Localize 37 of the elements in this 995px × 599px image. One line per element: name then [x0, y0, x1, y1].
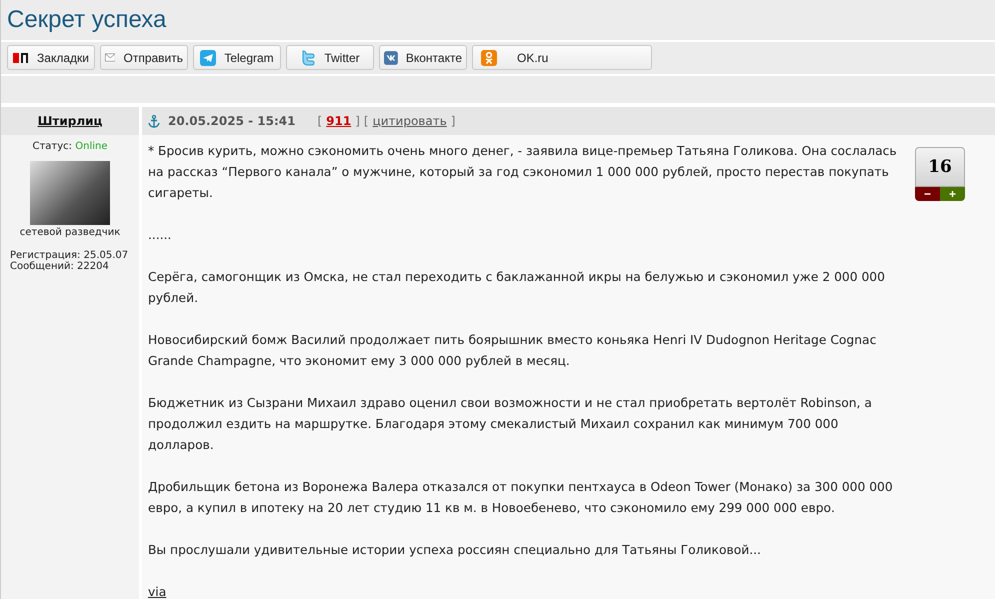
page-title: Секрет успеха — [7, 6, 166, 34]
bracket-open: [ — [364, 114, 369, 128]
post-paragraph: Вы прослушали удивительные истории успеха россиян специально для Татьяны Голиковой... — [148, 542, 762, 559]
post-number-link[interactable]: 911 — [326, 114, 352, 128]
vote-down-button[interactable]: − — [915, 187, 940, 201]
vote-up-button[interactable]: + — [940, 187, 965, 201]
share-button[interactable]: Отправить — [100, 45, 188, 70]
vk-logo-icon — [384, 50, 398, 66]
post-paragraph: ...... — [148, 227, 172, 244]
via-link[interactable]: via — [148, 585, 166, 599]
bracket-close: ] — [355, 114, 360, 128]
rating-value: 16 — [915, 147, 965, 187]
paper-plane-icon — [200, 50, 216, 66]
registration-date: Регистрация: 25.05.07 — [9, 250, 128, 261]
post-paragraph: * Бросив курить, можно сэкономить очень много денег, - заявила вице-премьер Татьяна Голикова. Она сослалась на рассказ “Первого канала” о мужчине, который за год сэкономил 1 000 000 рублей, просто перестав покупать сигареты. — [148, 143, 898, 202]
share-button[interactable]: Вконтакте — [379, 45, 467, 70]
post-paragraph: Бюджетник из Сызрани Михаил здраво оценил свои возможности и не стал приобретать вертолёт Robinson, а продолжил ездить на маршрутке. Благодаря этому смекалистый Михаил сохранил как минимум 700 000 долларов. — [148, 395, 873, 454]
bird-icon — [300, 48, 316, 66]
message-count: Сообщений: 22204 — [9, 261, 109, 272]
status-label: Статус: — [32, 141, 72, 152]
post-paragraph: Серёга, самогонщик из Омска, не стал переходить с баклажанной икры на белужью и сэкономил уже 2 000 000 рублей. — [148, 269, 886, 307]
quote-link[interactable]: цитировать — [372, 114, 447, 128]
anchor-icon[interactable] — [148, 114, 160, 128]
post-paragraph: Дробильщик бетона из Воронежа Валера отказался от покупки пентхауса в Odeon Tower (Монако) за 300 000 000 евро, а купил в ипотеку на 20 лет студию 11 кв м. в Новоебенево, что сэкономило ему 299 000 000 евро. — [148, 479, 894, 517]
ya-logo-icon — [13, 52, 30, 64]
bracket-open: [ — [317, 114, 322, 128]
user-rank: сетевой разведчик — [20, 227, 120, 238]
ok-logo-icon — [481, 50, 497, 66]
share-button[interactable]: OK.ru — [472, 45, 652, 70]
post-paragraph: Новосибирский бомж Василий продолжает пить боярышник вместо коньяка Henri IV Dudognon Heritage Cognac Grande Champagne, что экономит ему 3 000 000 рублей в месяц. — [148, 332, 878, 370]
bracket-close: ] — [450, 114, 456, 128]
share-button[interactable]: Закладки — [7, 45, 95, 70]
post-date: 20.05.2025 - 15:41 — [168, 114, 296, 128]
envelope-icon — [105, 51, 116, 64]
share-button[interactable]: Twitter — [286, 45, 374, 70]
share-button[interactable]: Telegram — [193, 45, 281, 70]
status-value: Online — [75, 141, 108, 152]
